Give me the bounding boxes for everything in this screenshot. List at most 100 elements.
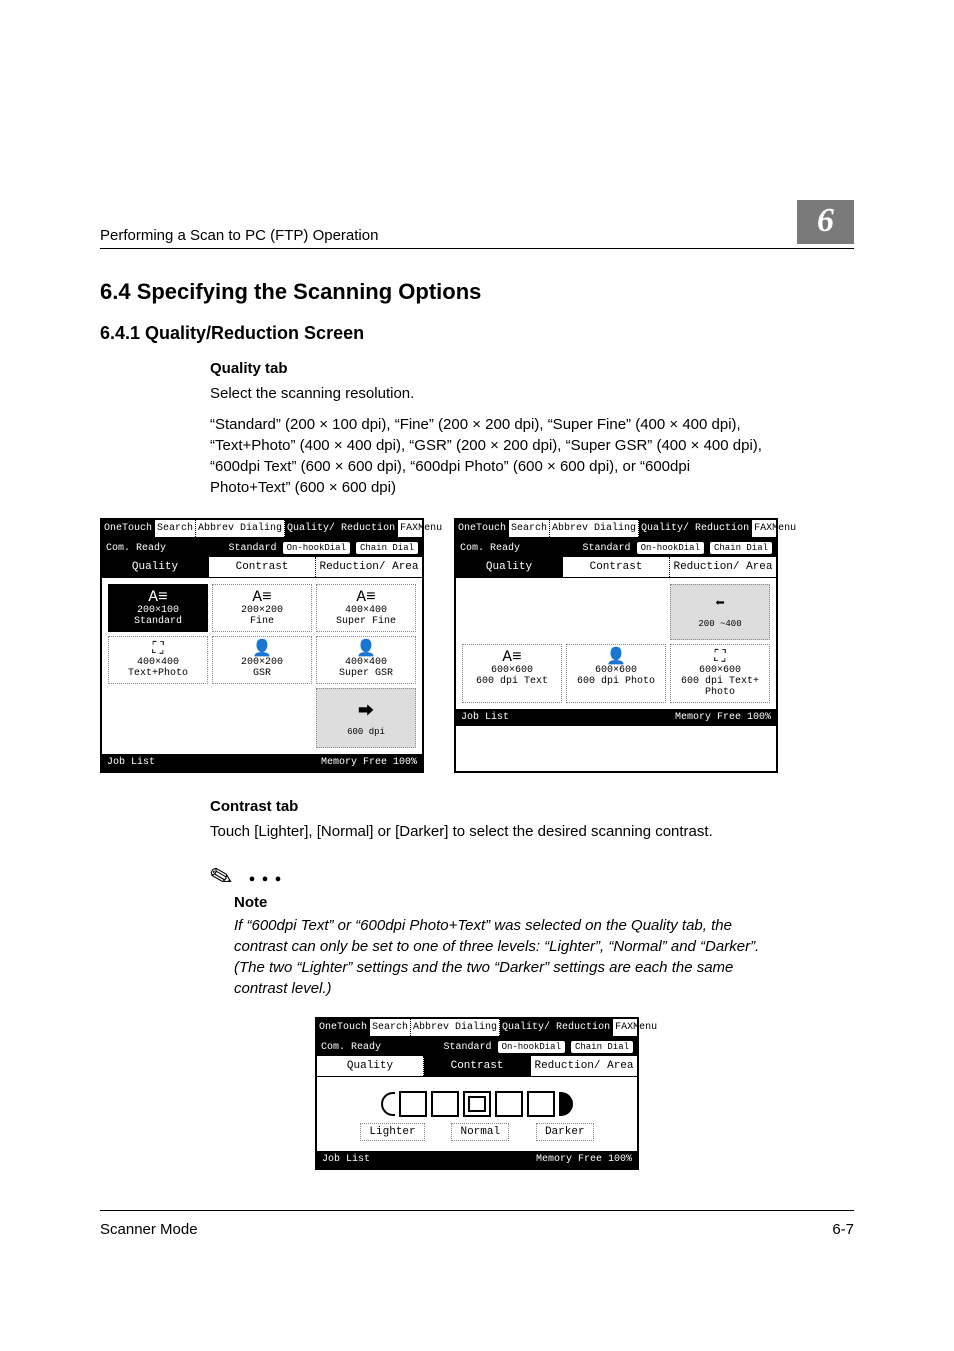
subtab-reduction[interactable]: Reduction/ Area: [316, 557, 422, 577]
subtab-contrast[interactable]: Contrast: [563, 557, 670, 577]
btn-job-list[interactable]: Job List: [107, 757, 155, 768]
tab-faxmenu[interactable]: FAXMenu: [613, 1019, 659, 1036]
opt-sf-label: Super Fine: [336, 616, 396, 627]
tab-quality-reduction[interactable]: Quality/ Reduction: [285, 520, 398, 537]
subtab-reduction[interactable]: Reduction/ Area: [670, 557, 776, 577]
chapter-number-box: 6: [797, 200, 854, 244]
quality-screens-row: OneTouch Search Abbrev Dialing Quality/ …: [100, 518, 854, 773]
contrast-step-4[interactable]: [495, 1091, 523, 1117]
darker-end-icon: [559, 1092, 573, 1116]
tab-search[interactable]: Search: [509, 520, 550, 537]
opt-600-text[interactable]: A≡ 600×600 600 dpi Text: [462, 644, 562, 703]
btn-onhook-dial[interactable]: On-hookDial: [637, 542, 704, 554]
subtab-contrast[interactable]: Contrast: [424, 1056, 531, 1076]
memory-free-label: Memory Free 100%: [536, 1154, 632, 1165]
arrow-sub: 600 dpi: [347, 727, 385, 737]
contrast-labels-row: Lighter Normal Darker: [317, 1123, 637, 1151]
subtab-quality[interactable]: Quality: [102, 557, 209, 577]
text-a-icon: A≡: [319, 589, 413, 605]
contrast-body: Touch [Lighter], [Normal] or [Darker] to…: [210, 821, 770, 842]
quality-intro: Select the scanning resolution.: [210, 383, 770, 404]
opt-tp-sub: 400×400: [137, 657, 179, 668]
tab-abbrev[interactable]: Abbrev Dialing: [550, 520, 639, 537]
arrow-right-icon: ⮕: [358, 703, 374, 721]
opt-fine[interactable]: A≡ 200×200 Fine: [212, 584, 312, 632]
lcd-top-tabs: OneTouch Search Abbrev Dialing Quality/ …: [317, 1019, 637, 1038]
opt-super-gsr[interactable]: 👤 400×400 Super GSR: [316, 636, 416, 684]
tab-search[interactable]: Search: [155, 520, 196, 537]
status-com-ready: Com. Ready: [106, 543, 223, 554]
btn-normal[interactable]: Normal: [451, 1123, 509, 1141]
running-header: Performing a Scan to PC (FTP) Operation …: [100, 200, 854, 249]
tab-faxmenu[interactable]: FAXMenu: [398, 520, 444, 537]
opt-600tp-label: 600 dpi Text+ Photo: [681, 676, 759, 698]
btn-onhook-dial[interactable]: On-hookDial: [498, 1041, 565, 1053]
text-a-icon: A≡: [215, 589, 309, 605]
status-standard: Standard: [229, 543, 277, 554]
contrast-step-2[interactable]: [431, 1091, 459, 1117]
lcd-top-tabs: OneTouch Search Abbrev Dialing Quality/ …: [456, 520, 776, 539]
subtab-contrast[interactable]: Contrast: [209, 557, 316, 577]
contrast-tab-title: Contrast tab: [210, 798, 770, 815]
lcd-footer: Job List Memory Free 100%: [102, 754, 422, 771]
opt-gsr[interactable]: 👤 200×200 GSR: [212, 636, 312, 684]
subtab-quality[interactable]: Quality: [317, 1056, 424, 1076]
text-a-icon: A≡: [111, 589, 205, 605]
note-block: ✎ ••• Note If “600dpi Text” or “600dpi P…: [210, 864, 854, 999]
btn-onhook-dial[interactable]: On-hookDial: [283, 542, 350, 554]
arrow-prev-page[interactable]: ⬅ 200 ~400: [670, 584, 770, 640]
contrast-step-5[interactable]: [527, 1091, 555, 1117]
opt-text-photo[interactable]: ⛶ 400×400 Text+Photo: [108, 636, 208, 684]
tab-onetouch[interactable]: OneTouch: [456, 520, 509, 537]
section-heading: 6.4 Specifying the Scanning Options: [100, 279, 854, 305]
btn-darker[interactable]: Darker: [536, 1123, 594, 1141]
text-photo-icon: ⛶: [673, 649, 767, 665]
arrow-next-page[interactable]: ⮕ 600 dpi: [316, 688, 416, 748]
tab-quality-reduction[interactable]: Quality/ Reduction: [500, 1019, 613, 1036]
subtab-reduction[interactable]: Reduction/ Area: [531, 1056, 637, 1076]
photo-icon: 👤: [569, 649, 663, 665]
tab-search[interactable]: Search: [370, 1019, 411, 1036]
opt-600-text-photo[interactable]: ⛶ 600×600 600 dpi Text+ Photo: [670, 644, 770, 703]
opt-600-photo[interactable]: 👤 600×600 600 dpi Photo: [566, 644, 666, 703]
subtab-quality[interactable]: Quality: [456, 557, 563, 577]
btn-chain-dial[interactable]: Chain Dial: [710, 542, 772, 554]
tab-abbrev[interactable]: Abbrev Dialing: [196, 520, 285, 537]
footer-left: Scanner Mode: [100, 1221, 198, 1238]
opt-600photo-label: 600 dpi Photo: [577, 676, 655, 687]
tab-onetouch[interactable]: OneTouch: [317, 1019, 370, 1036]
photo-icon: 👤: [319, 641, 413, 657]
opt-standard[interactable]: A≡ 200×100 Standard: [108, 584, 208, 632]
opt-super-fine[interactable]: A≡ 400×400 Super Fine: [316, 584, 416, 632]
lcd-status-bar: Com. Ready Standard On-hookDial Chain Di…: [456, 539, 776, 557]
page-footer: Scanner Mode 6-7: [100, 1210, 854, 1238]
btn-chain-dial[interactable]: Chain Dial: [356, 542, 418, 554]
opt-600text-label: 600 dpi Text: [476, 676, 548, 687]
tab-faxmenu[interactable]: FAXMenu: [752, 520, 798, 537]
lcd-quality-screen-2: OneTouch Search Abbrev Dialing Quality/ …: [454, 518, 778, 773]
status-standard: Standard: [583, 543, 631, 554]
lcd-contrast-screen: OneTouch Search Abbrev Dialing Quality/ …: [315, 1017, 639, 1170]
opt-sgsr-sub: 400×400: [345, 657, 387, 668]
lcd-status-bar: Com. Ready Standard On-hookDial Chain Di…: [317, 1038, 637, 1056]
opt-sgsr-label: Super GSR: [339, 668, 393, 679]
btn-job-list[interactable]: Job List: [322, 1154, 370, 1165]
note-icon: ✎ •••: [210, 864, 854, 892]
tab-quality-reduction[interactable]: Quality/ Reduction: [639, 520, 752, 537]
opt-a600: 600×600: [491, 665, 533, 676]
lcd-footer: Job List Memory Free 100%: [456, 709, 776, 726]
quality-tab-title: Quality tab: [210, 360, 770, 377]
opt-b600: 600×600: [595, 665, 637, 676]
btn-job-list[interactable]: Job List: [461, 712, 509, 723]
btn-chain-dial[interactable]: Chain Dial: [571, 1041, 633, 1053]
tab-onetouch[interactable]: OneTouch: [102, 520, 155, 537]
photo-icon: 👤: [215, 641, 309, 657]
contrast-step-3-selected[interactable]: [463, 1091, 491, 1117]
lighter-end-icon: [381, 1092, 395, 1116]
opt-standard-sub: 200×100: [137, 605, 179, 616]
tab-abbrev[interactable]: Abbrev Dialing: [411, 1019, 500, 1036]
contrast-step-1[interactable]: [399, 1091, 427, 1117]
lcd-sub-tabs: Quality Contrast Reduction/ Area: [102, 557, 422, 578]
btn-lighter[interactable]: Lighter: [360, 1123, 424, 1141]
running-header-text: Performing a Scan to PC (FTP) Operation: [100, 227, 378, 244]
